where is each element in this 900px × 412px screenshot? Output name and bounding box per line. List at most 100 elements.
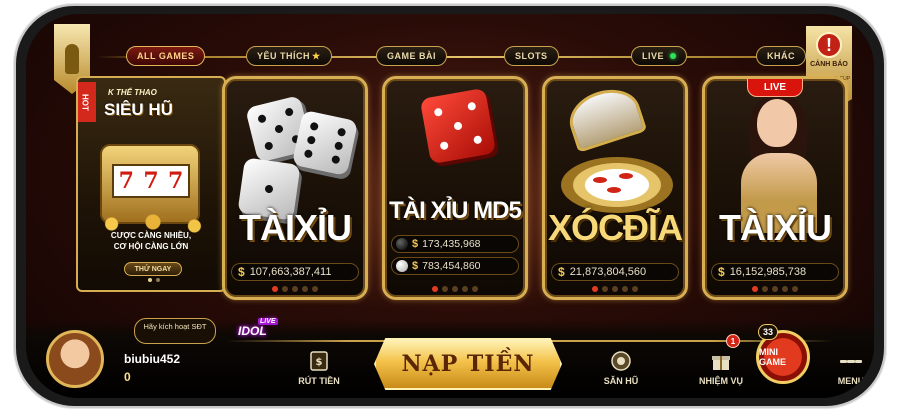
jackpot-value: 783,454,860 [422,260,481,272]
card-dots [385,286,525,292]
tab-favorites[interactable]: YÊU THÍCH ★ [246,46,332,66]
withdraw-button[interactable]: $ RÚT TIỀN [284,336,354,386]
carousel-dots [148,278,160,282]
device-frame: ALL GAMES YÊU THÍCH ★ GAME BÀI SLOTS LIVE… [14,4,886,408]
activate-phone-button[interactable]: Hãy kích hoạt SĐT [134,318,216,344]
game-title: TÀIXỈU [238,207,352,248]
jackpot-amount: $ 21,873,804,560 [551,263,679,281]
card-dots [545,286,685,292]
nav-divider [96,56,836,58]
exclamation-icon: ! [816,32,842,58]
username: biubiu452 [124,352,181,366]
tab-slots[interactable]: SLOTS [504,46,559,66]
withdraw-label: RÚT TIỀN [298,376,340,386]
carousel-dot[interactable] [156,278,160,282]
mini-game-count: 33 [758,324,778,340]
chip-icon [591,175,609,185]
bottom-bar: Hãy kích hoạt SĐT biubiu452 0 LIVE IDOL … [26,318,874,398]
game-title: XÓCĐĨA [547,207,683,248]
jackpot-value: 173,435,968 [422,238,481,250]
caption-line: CƯỢC CÀNG NHIỀU, [110,231,192,240]
deposit-label: NẠP TIỀN [401,351,535,377]
avatar[interactable] [46,330,104,388]
live-badge: LIVE [747,79,803,97]
card-dots [705,286,845,292]
tab-all-games[interactable]: ALL GAMES [126,46,206,66]
star-icon: ★ [312,50,321,61]
carousel-dot[interactable] [148,278,152,282]
game-card-xoc-dia[interactable]: XÓCĐĨA $ 21,873,804,560 [542,76,688,300]
caption-line: CƠ HỘI CÀNG LỚN [113,242,189,251]
category-nav: ALL GAMES YÊU THÍCH ★ GAME BÀI SLOTS LIVE… [96,46,836,68]
jackpot-value: 21,873,804,560 [569,266,647,278]
game-card-live-tai-xiu[interactable]: LIVE TÀIXỈU $ 16,152,985,738 [702,76,848,300]
slot-reel: 7 [143,168,159,194]
jackpot-value: 16,152,985,738 [729,266,807,278]
jackpot-value: 107,663,387,411 [249,266,332,278]
red-die-icon [419,87,497,165]
mini-game-label: MINI GAME [759,347,786,367]
balance: 0 [124,370,131,384]
game-card-tai-xiu[interactable]: TÀIXỈU $ 107,663,387,411 [222,76,368,300]
game-title: TÀI XỈU MD5 [389,197,522,224]
chip-icon [605,185,623,195]
menu-label: MENU [837,376,865,386]
tab-label: LIVE [642,51,665,61]
jackpot-row: $ 173,435,968 [391,235,519,253]
notification-badge: 1 [726,334,740,348]
dollar-icon: $ [412,238,419,250]
tab-label: ALL GAMES [137,51,195,61]
warning-label: CẢNH BÁO [810,61,848,68]
card-dots [225,286,365,292]
jackpot-row: $ 783,454,860 [391,257,519,275]
slot-machine-icon: 7 7 7 [100,144,200,224]
jackpot-amount: $ 107,663,387,411 [231,263,359,281]
promo-tag: K THỂ THAO [108,88,157,97]
jackpot-hunt-button[interactable]: SĂN HŨ [586,336,656,386]
menu-button[interactable]: MENU [816,336,874,386]
tab-label: SLOTS [515,51,548,61]
game-lobby-screen: ALL GAMES YÊU THÍCH ★ GAME BÀI SLOTS LIVE… [26,14,874,398]
jackpot-amount: $ 16,152,985,738 [711,263,839,281]
tab-live[interactable]: LIVE [631,46,688,66]
promo-caption: CƯỢC CÀNG NHIỀU, CƠ HỘI CÀNG LỚN [78,230,224,252]
svg-text:$: $ [316,357,323,368]
jackpot-label: SĂN HŨ [603,376,639,386]
trophy-icon [65,44,79,74]
slot-reel: 7 [167,168,184,194]
dollar-icon: $ [412,260,419,272]
try-now-button[interactable]: THỬ NGAY [124,262,182,276]
game-card-tai-xiu-md5[interactable]: TÀI XỈU MD5 $ 173,435,968 $ 783,454,860 [382,76,528,300]
black-ball-icon [396,238,408,250]
gift-icon [710,350,732,372]
live-tag: LIVE [258,318,278,325]
bowl-icon [562,81,648,153]
tab-label: GAME BÀI [387,51,436,61]
promo-title: SIÊU HŨ [104,100,173,119]
jackpot-amounts: $ 173,435,968 $ 783,454,860 [391,235,519,279]
slot-reel: 7 [118,168,134,194]
dollar-icon: $ [558,265,565,279]
jackpot-coin-icon [610,350,632,372]
game-title: TÀIXỈU [718,207,832,248]
slot-reels: 7 7 7 [112,164,190,198]
white-die-icon [291,109,359,177]
tab-other[interactable]: KHÁC [756,46,806,66]
dollar-icon: $ [238,265,245,279]
jackpot-promo-card[interactable]: HOT K THỂ THAO SIÊU HŨ 7 7 7 CƯỢC CÀNG N… [76,76,226,292]
missions-label: NHIỆM VỤ [698,376,743,386]
idol-live-button[interactable]: LIVE IDOL [238,318,284,352]
withdraw-icon: $ [308,350,330,372]
menu-icon [840,350,862,372]
chip-icon [617,171,635,181]
hot-ribbon: HOT [78,82,96,122]
tab-label: YÊU THÍCH [257,51,311,61]
missions-button[interactable]: NHIỆM VỤ 1 [686,334,756,386]
tab-card-games[interactable]: GAME BÀI [376,46,447,66]
tab-label: KHÁC [767,51,795,61]
dollar-icon: $ [718,265,725,279]
live-indicator-icon [670,53,677,59]
white-ball-icon [396,260,408,272]
idol-label: IDOL [238,324,267,338]
deposit-button[interactable]: NẠP TIỀN [374,338,562,390]
